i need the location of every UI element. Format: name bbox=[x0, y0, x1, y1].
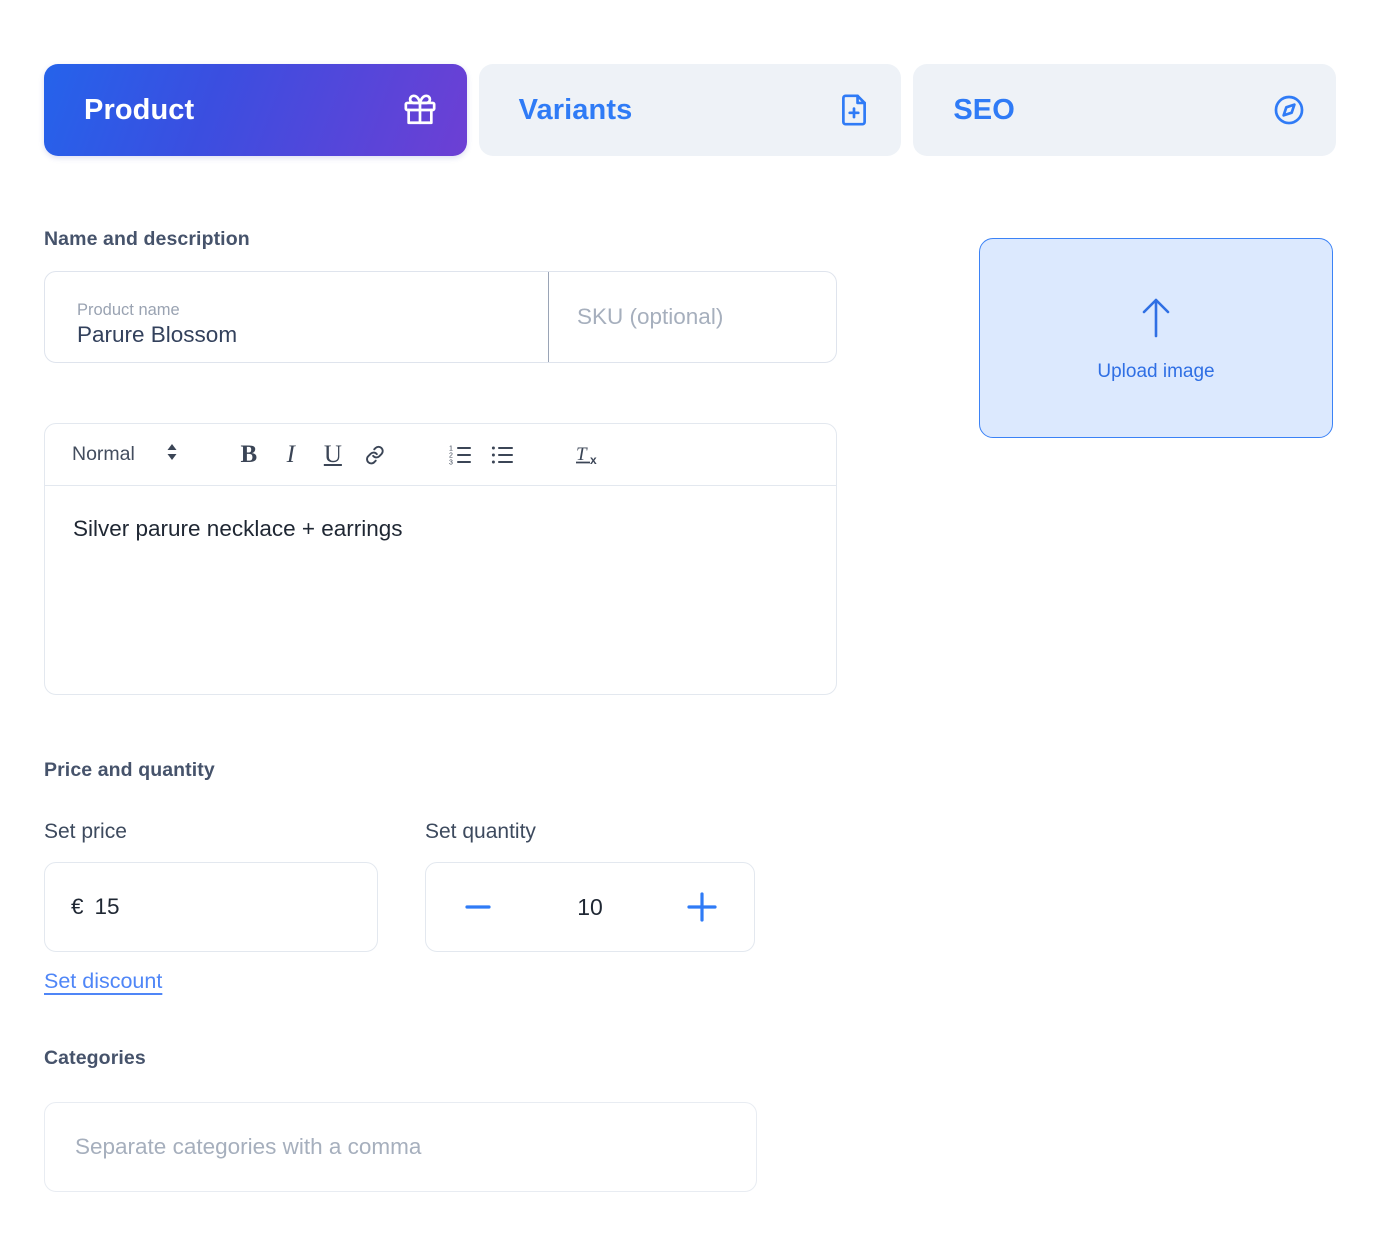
format-select-label: Normal bbox=[72, 443, 135, 466]
svg-text:3: 3 bbox=[449, 459, 453, 465]
stepper-icon bbox=[165, 441, 179, 468]
svg-text:x: x bbox=[590, 453, 597, 467]
svg-text:2: 2 bbox=[449, 452, 453, 459]
bold-icon[interactable]: B bbox=[234, 439, 264, 471]
underline-icon[interactable]: U bbox=[318, 439, 348, 471]
section-title-categories: Categories bbox=[44, 1047, 146, 1070]
categories-placeholder: Separate categories with a comma bbox=[75, 1134, 421, 1160]
tab-bar: Product Variants bbox=[44, 64, 1336, 156]
sku-placeholder: SKU (optional) bbox=[577, 304, 723, 330]
price-input[interactable]: € 15 bbox=[44, 862, 378, 952]
clear-format-icon[interactable]: T x bbox=[574, 439, 604, 471]
arrow-up-icon bbox=[1139, 294, 1173, 345]
tab-seo-label: SEO bbox=[953, 94, 1015, 127]
format-select[interactable]: Normal bbox=[72, 441, 179, 468]
editor-toolbar: Normal B I U bbox=[45, 424, 836, 486]
quantity-increment-button[interactable] bbox=[680, 885, 724, 929]
compass-icon bbox=[1272, 93, 1306, 127]
price-value: 15 bbox=[95, 894, 120, 920]
gift-icon bbox=[403, 93, 437, 127]
underline-glyph: U bbox=[324, 442, 342, 467]
set-discount-link[interactable]: Set discount bbox=[44, 969, 162, 994]
product-name-label: Product name bbox=[77, 301, 548, 320]
name-sku-row: Product name Parure Blossom SKU (optiona… bbox=[44, 271, 837, 363]
upload-image-dropzone[interactable]: Upload image bbox=[979, 238, 1333, 438]
upload-image-label: Upload image bbox=[1097, 361, 1214, 383]
tab-variants-label: Variants bbox=[519, 94, 633, 127]
tab-variants[interactable]: Variants bbox=[479, 64, 902, 156]
ordered-list-icon[interactable]: 1 2 3 bbox=[446, 439, 476, 471]
product-name-value: Parure Blossom bbox=[77, 322, 548, 348]
svg-text:1: 1 bbox=[449, 445, 453, 452]
tab-seo[interactable]: SEO bbox=[913, 64, 1336, 156]
product-editor-page: Product Variants bbox=[0, 0, 1400, 1250]
italic-glyph: I bbox=[287, 442, 295, 467]
description-input[interactable]: Silver parure necklace + earrings bbox=[45, 486, 836, 695]
quantity-decrement-button[interactable] bbox=[456, 885, 500, 929]
bullet-list-icon[interactable] bbox=[488, 439, 518, 471]
set-quantity-label: Set quantity bbox=[425, 820, 536, 844]
sku-input[interactable]: SKU (optional) bbox=[549, 272, 836, 362]
link-icon[interactable] bbox=[360, 439, 390, 471]
categories-input[interactable]: Separate categories with a comma bbox=[44, 1102, 757, 1192]
section-title-price-and-quantity: Price and quantity bbox=[44, 759, 215, 782]
section-title-name-and-description: Name and description bbox=[44, 228, 250, 251]
italic-icon[interactable]: I bbox=[276, 439, 306, 471]
description-editor: Normal B I U bbox=[44, 423, 837, 695]
set-price-label: Set price bbox=[44, 820, 127, 844]
tab-product[interactable]: Product bbox=[44, 64, 467, 156]
tab-product-label: Product bbox=[84, 94, 194, 127]
quantity-value: 10 bbox=[577, 894, 603, 921]
product-name-input[interactable]: Product name Parure Blossom bbox=[45, 272, 549, 362]
quantity-stepper: 10 bbox=[425, 862, 755, 952]
description-text: Silver parure necklace + earrings bbox=[73, 516, 403, 541]
file-plus-icon bbox=[837, 93, 871, 127]
price-currency: € bbox=[71, 894, 84, 920]
bold-glyph: B bbox=[241, 442, 258, 467]
